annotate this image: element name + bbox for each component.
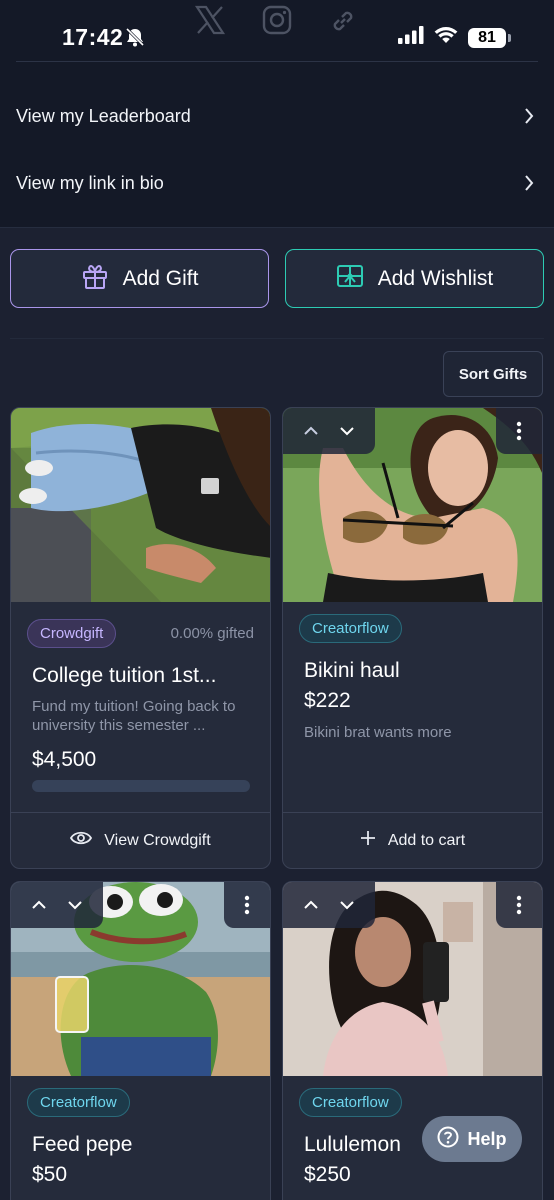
more-options-button[interactable] — [496, 882, 542, 928]
battery-icon: 81 — [468, 27, 511, 48]
gifted-percent: 0.00% gifted — [170, 625, 254, 642]
gift-price: $4,500 — [32, 748, 97, 771]
profile-links-panel: View my Leaderboard View my link in bio — [0, 62, 554, 228]
gift-image — [283, 882, 542, 1076]
creatorflow-badge: Creatorflow — [27, 1088, 130, 1117]
status-bar: 17:42 81 — [0, 0, 554, 64]
status-time: 17:42 — [62, 24, 124, 50]
signal-icon — [398, 26, 424, 49]
help-button[interactable]: Help — [422, 1116, 522, 1162]
question-circle-icon — [437, 1126, 459, 1153]
bell-muted-icon — [124, 27, 146, 52]
chevron-down-icon[interactable] — [339, 900, 355, 910]
creatorflow-badge: Creatorflow — [299, 1088, 402, 1117]
chevron-down-icon[interactable] — [339, 426, 355, 436]
leaderboard-link-label: View my Leaderboard — [16, 105, 191, 126]
more-options-button[interactable] — [224, 882, 270, 928]
reorder-controls — [11, 882, 103, 928]
more-vertical-icon — [516, 421, 522, 441]
wishlist-icon — [336, 262, 364, 296]
leaderboard-link[interactable]: View my Leaderboard — [0, 86, 554, 146]
gift-card[interactable]: Creatorflow Feed pepe $50 — [10, 881, 271, 1200]
sort-gifts-button[interactable]: Sort Gifts — [443, 351, 543, 397]
chevron-up-icon[interactable] — [303, 426, 319, 436]
add-gift-button[interactable]: Add Gift — [10, 249, 269, 308]
add-to-cart-button[interactable]: Add to cart — [283, 812, 542, 868]
link-in-bio-link[interactable]: View my link in bio — [0, 153, 554, 213]
view-crowdgift-button[interactable]: View Crowdgift — [11, 812, 270, 868]
gift-icon — [81, 262, 109, 296]
help-label: Help — [467, 1128, 507, 1149]
gift-card[interactable]: Creatorflow Bikini haul $222 Bikini brat… — [282, 407, 543, 869]
gift-price: $50 — [32, 1163, 68, 1186]
x-logo-icon — [194, 4, 226, 41]
gift-price: $250 — [304, 1163, 351, 1186]
gift-image — [11, 882, 270, 1076]
progress-bar — [32, 780, 250, 792]
gift-title: Feed pepe — [32, 1133, 133, 1156]
gift-price: $222 — [304, 689, 351, 712]
add-to-cart-label: Add to cart — [387, 831, 466, 849]
gift-card[interactable]: Crowdgift 0.00% gifted College tuition 1… — [10, 407, 271, 869]
status-indicators: 81 — [398, 26, 511, 49]
creatorflow-badge: Creatorflow — [299, 614, 402, 643]
gift-image — [283, 408, 542, 602]
gift-description: Bikini brat wants more — [304, 724, 452, 741]
divider — [10, 338, 544, 339]
gift-title: College tuition 1st... — [32, 664, 217, 687]
view-crowdgift-label: View Crowdgift — [104, 831, 211, 849]
gift-description: Fund my tuition! Going back to universit… — [32, 698, 236, 734]
instagram-icon — [261, 4, 293, 41]
more-vertical-icon — [244, 895, 250, 915]
chevron-up-icon[interactable] — [31, 900, 47, 910]
add-wishlist-button[interactable]: Add Wishlist — [285, 249, 544, 308]
chevron-right-icon — [524, 175, 534, 196]
chevron-up-icon[interactable] — [303, 900, 319, 910]
add-wishlist-label: Add Wishlist — [377, 266, 494, 290]
add-gift-label: Add Gift — [122, 266, 199, 290]
reorder-controls — [283, 882, 375, 928]
plus-icon — [360, 830, 376, 851]
gift-title: Bikini haul — [304, 659, 400, 682]
link-icon — [328, 6, 358, 41]
chevron-right-icon — [524, 108, 534, 129]
wifi-icon — [434, 26, 458, 49]
link-in-bio-label: View my link in bio — [16, 172, 164, 193]
chevron-down-icon[interactable] — [67, 900, 83, 910]
crowdgift-badge: Crowdgift — [27, 619, 117, 648]
more-vertical-icon — [516, 895, 522, 915]
gift-image — [11, 408, 270, 602]
gift-title: Lululemon — [304, 1133, 401, 1156]
eye-icon — [70, 830, 93, 851]
more-options-button[interactable] — [496, 408, 542, 454]
reorder-controls — [283, 408, 375, 454]
